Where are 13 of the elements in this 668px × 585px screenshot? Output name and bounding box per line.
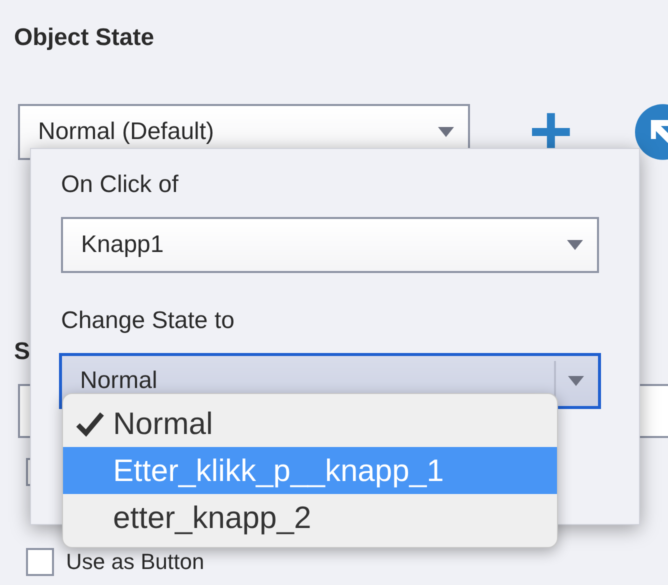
field-label: On Click of: [61, 171, 180, 200]
add-icon[interactable]: [532, 113, 570, 151]
caret-icon: [438, 127, 454, 137]
section-label: S: [14, 338, 32, 367]
panel-title: Object State: [14, 23, 156, 53]
menu-item[interactable]: etter_knapp_2: [63, 494, 557, 541]
trigger-dropdown[interactable]: Knapp1: [61, 217, 599, 273]
caret-icon: [568, 376, 584, 386]
checkbox-label: Use as Button: [66, 549, 204, 575]
checkbox[interactable]: [26, 548, 54, 576]
caret-icon: [567, 240, 583, 250]
field-label: Change State to: [61, 307, 236, 336]
checkmark-icon: [75, 410, 105, 438]
